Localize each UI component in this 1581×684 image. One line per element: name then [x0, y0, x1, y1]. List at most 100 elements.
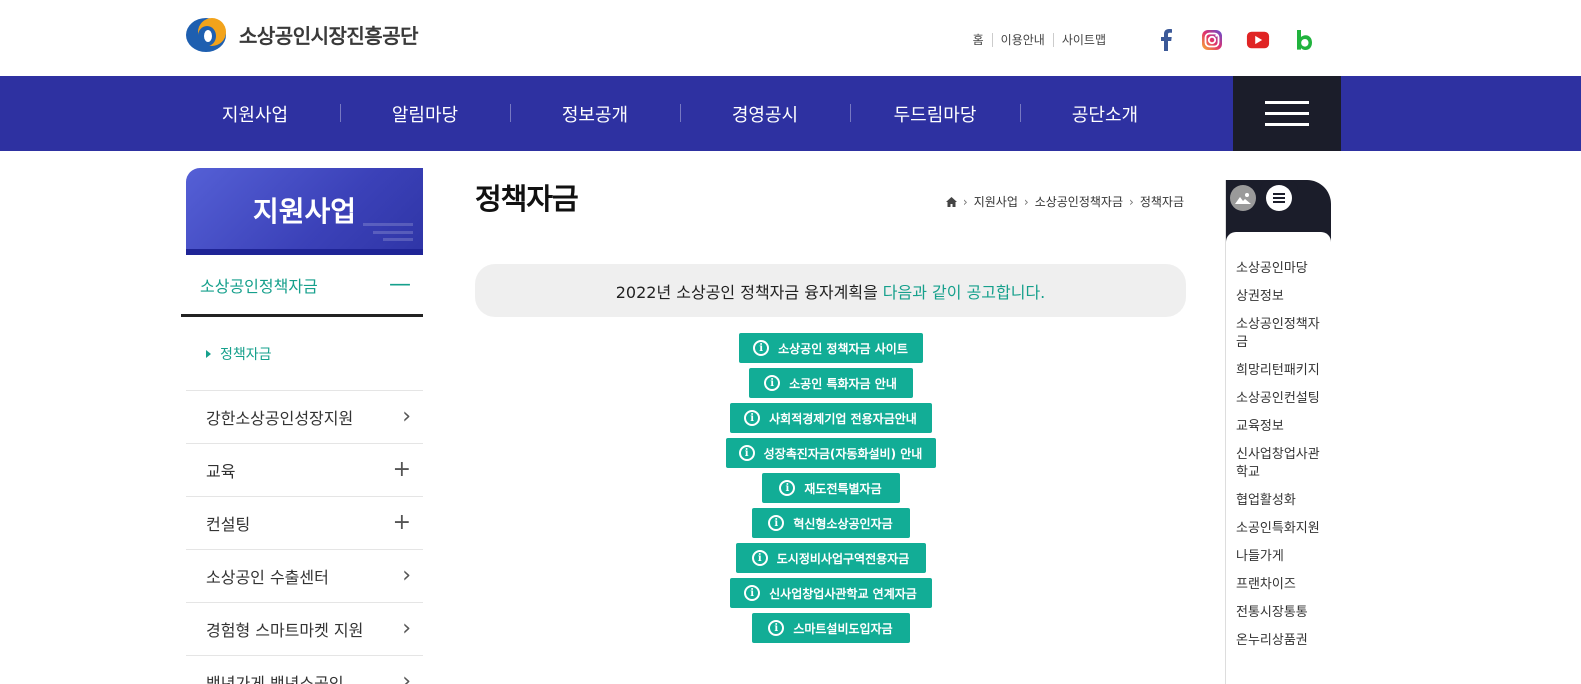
side-nav-item-label: 강한소상공인성장지원 — [206, 409, 354, 428]
quick-link[interactable]: 신사업창업사관학교 — [1236, 446, 1326, 482]
info-icon: i — [738, 445, 755, 461]
info-icon: i — [768, 620, 785, 636]
fund-button-label: 혁신형소상공인자금 — [793, 516, 893, 531]
info-icon: i — [744, 410, 761, 426]
quick-link[interactable]: 나들가게 — [1236, 548, 1326, 566]
instagram-icon[interactable] — [1200, 28, 1224, 52]
logo-mark-icon — [185, 14, 231, 54]
side-nav: 지원사업 소상공인정책자금 — 정책자금 강한소상공인성장지원 › 교육 + 컨… — [181, 168, 424, 684]
side-nav-item-consulting[interactable]: 컨설팅 + — [186, 497, 423, 550]
global-nav: 지원사업 알림마당 정보공개 경영공시 두드림마당 공단소개 — [0, 76, 1581, 151]
breadcrumb: › 지원사업 › 소상공인정책자금 › 정책자금 — [945, 193, 1184, 210]
fund-button[interactable]: i 혁신형소상공인자금 — [751, 508, 910, 538]
breadcrumb-item[interactable]: 소상공인정책자금 — [1035, 193, 1123, 210]
quick-link[interactable]: 협업활성화 — [1236, 492, 1326, 510]
side-nav-item-label: 경험형 스마트마켓 지원 — [206, 621, 364, 640]
facebook-icon[interactable] — [1154, 28, 1178, 52]
notice-text: 2022년 소상공인 정책자금 융자계획을 — [615, 282, 878, 302]
top-header: 소상공인시장진흥공단 홈 이용안내 사이트맵 — [0, 0, 1581, 76]
list-icon[interactable] — [1266, 185, 1292, 211]
fund-button-label: 사회적경제기업 전용자금안내 — [769, 411, 917, 426]
breadcrumb-item[interactable]: 지원사업 — [974, 193, 1018, 210]
fund-button[interactable]: i 소상공인 정책자금 사이트 — [738, 333, 923, 363]
quick-link[interactable]: 소상공인마당 — [1236, 260, 1326, 278]
fund-button-label: 성장촉진자금(자동화설비) 안내 — [763, 446, 923, 461]
breadcrumb-item-current[interactable]: 정책자금 — [1140, 193, 1184, 210]
notice-highlight: 다음과 같이 공고합니다. — [882, 282, 1046, 302]
fund-button-label: 스마트설비도입자금 — [793, 621, 893, 636]
gnb-item-support[interactable]: 지원사업 — [170, 76, 340, 151]
quick-menu-header — [1226, 180, 1331, 242]
quick-link[interactable]: 전통시장통통 — [1236, 604, 1326, 622]
side-nav-title: 지원사업 — [252, 195, 357, 228]
side-nav-item-label: 컨설팅 — [206, 515, 251, 534]
util-sitemap-link[interactable]: 사이트맵 — [1052, 33, 1114, 47]
gnb-item-about[interactable]: 공단소개 — [1020, 76, 1190, 151]
chevron-right-icon: › — [402, 669, 411, 684]
fund-button[interactable]: i 도시정비사업구역전용자금 — [735, 543, 926, 573]
fund-button-list: i 소상공인 정책자금 사이트 i 소공인 특화자금 안내 i 사회적경제기업 전용자… — [475, 333, 1186, 648]
fund-button-label: 도시정비사업구역전용자금 — [776, 551, 910, 566]
side-nav-item-education[interactable]: 교육 + — [186, 444, 423, 497]
quick-link[interactable]: 소상공인컨설팅 — [1236, 390, 1326, 408]
collapse-icon: — — [389, 271, 411, 297]
side-nav-item-export[interactable]: 소상공인 수출센터 › — [186, 550, 423, 603]
quick-menu-list: 소상공인마당 상권정보 소상공인정책자금 희망리턴패키지 소상공인컨설팅 교육정… — [1226, 242, 1330, 650]
fund-button-label: 신사업창업사관학교 연계자금 — [769, 586, 917, 601]
info-icon: i — [751, 550, 768, 566]
quick-link[interactable]: 온누리상품권 — [1236, 632, 1326, 650]
quick-link[interactable]: 소공인특화지원 — [1236, 520, 1326, 538]
fund-button[interactable]: i 성장촉진자금(자동화설비) 안내 — [725, 438, 936, 468]
chevron-right-icon: › — [402, 616, 411, 641]
side-nav-item-policy-fund[interactable]: 소상공인정책자금 — — [181, 255, 423, 317]
quick-menu: 소상공인마당 상권정보 소상공인정책자금 희망리턴패키지 소상공인컨설팅 교육정… — [1225, 180, 1331, 684]
fund-button-label: 소상공인 정책자금 사이트 — [778, 341, 908, 356]
fund-button[interactable]: i 재도전특별자금 — [761, 473, 900, 503]
gnb-item-notice[interactable]: 알림마당 — [340, 76, 510, 151]
site-logo[interactable]: 소상공인시장진흥공단 — [185, 14, 419, 54]
quick-link[interactable]: 상권정보 — [1236, 288, 1326, 306]
quick-link[interactable]: 프랜차이즈 — [1236, 576, 1326, 594]
image-icon[interactable] — [1230, 185, 1256, 211]
side-nav-header: 지원사업 — [186, 168, 423, 255]
logo-text: 소상공인시장진흥공단 — [239, 23, 419, 48]
info-icon: i — [744, 585, 761, 601]
side-nav-item-label: 백년가게 백년소공인 — [206, 674, 344, 684]
quick-link[interactable]: 희망리턴패키지 — [1236, 362, 1326, 380]
util-guide-link[interactable]: 이용안내 — [991, 33, 1053, 47]
youtube-icon[interactable] — [1246, 28, 1270, 52]
notice-banner: 2022년 소상공인 정책자금 융자계획을 다음과 같이 공고합니다. — [475, 264, 1186, 317]
gnb-item-info[interactable]: 정보공개 — [510, 76, 680, 151]
fund-button-label: 소공인 특화자금 안내 — [789, 376, 897, 391]
chevron-right-icon: › — [402, 563, 411, 588]
fund-button[interactable]: i 신사업창업사관학교 연계자금 — [729, 578, 932, 608]
home-icon[interactable] — [945, 196, 957, 207]
quick-link[interactable]: 교육정보 — [1236, 418, 1326, 436]
side-nav-item-label: 소상공인정책자금 — [200, 276, 318, 296]
side-nav-item-smartmarket[interactable]: 경험형 스마트마켓 지원 › — [186, 603, 423, 656]
fund-button-label: 재도전특별자금 — [804, 481, 882, 496]
blog-icon[interactable] — [1292, 28, 1316, 52]
fund-button[interactable]: i 소공인 특화자금 안내 — [748, 368, 913, 398]
info-icon: i — [768, 515, 785, 531]
side-nav-item-growth[interactable]: 강한소상공인성장지원 › — [186, 391, 423, 444]
fund-button[interactable]: i 사회적경제기업 전용자금안내 — [729, 403, 932, 433]
info-icon: i — [764, 375, 781, 391]
sns-links — [1132, 28, 1316, 52]
info-icon: i — [779, 480, 796, 496]
page-title: 정책자금 — [475, 182, 579, 216]
plus-icon: + — [392, 510, 411, 535]
hamburger-menu-icon[interactable] — [1233, 76, 1341, 151]
side-nav-item-label: 소상공인 수출센터 — [206, 568, 329, 587]
side-nav-item-label: 교육 — [206, 462, 236, 481]
page: 소상공인시장진흥공단 홈 이용안내 사이트맵 지원사업 알림마당 정보공개 경영… — [0, 0, 1581, 684]
side-nav-sub-item-fund[interactable]: 정책자금 — [186, 317, 423, 391]
fund-button[interactable]: i 스마트설비도입자금 — [751, 613, 910, 643]
gnb-item-management[interactable]: 경영공시 — [680, 76, 850, 151]
quick-link[interactable]: 소상공인정책자금 — [1236, 316, 1326, 352]
side-nav-item-century-store[interactable]: 백년가게 백년소공인 › — [186, 656, 423, 684]
side-nav-sub-label: 정책자금 — [220, 346, 272, 363]
triangle-right-icon — [206, 349, 211, 358]
util-home-link[interactable]: 홈 — [965, 33, 992, 47]
gnb-item-dodream[interactable]: 두드림마당 — [850, 76, 1020, 151]
